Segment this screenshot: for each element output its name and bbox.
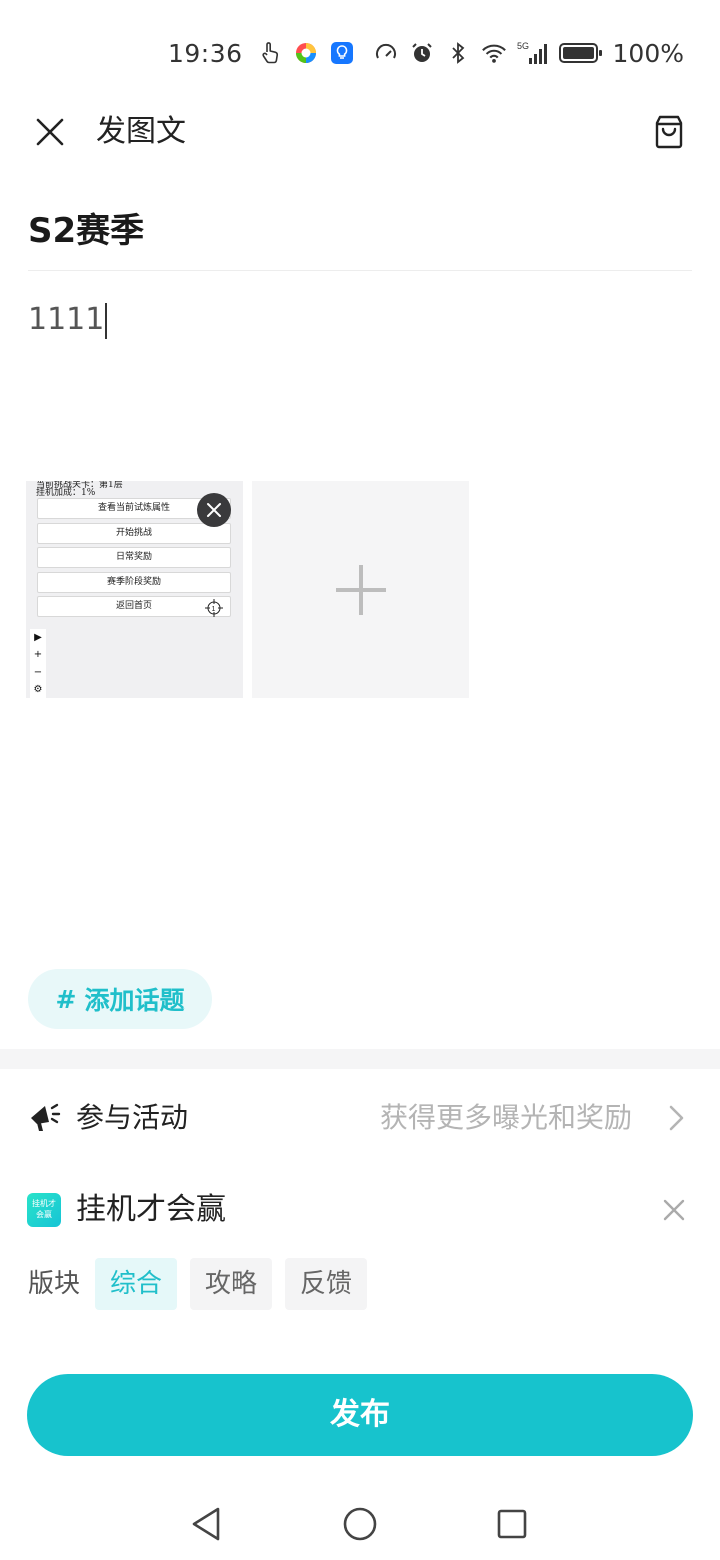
status-right: 19:36 5G 100% — [168, 36, 684, 70]
thumb-button: 返回首页 — [37, 596, 231, 617]
remove-image-button[interactable] — [197, 493, 231, 527]
crosshair-icon: 1 — [205, 599, 223, 617]
recents-square-icon — [497, 1509, 527, 1539]
thumb-tool: − — [33, 666, 43, 678]
add-image-button[interactable] — [252, 481, 469, 698]
game-icon: 挂机才会赢 — [27, 1193, 61, 1227]
svg-text:1: 1 — [212, 606, 216, 613]
drafts-box-icon — [655, 115, 683, 149]
alarm-icon — [409, 40, 435, 66]
bluetooth-icon — [445, 40, 471, 66]
system-nav-bar — [0, 1490, 720, 1560]
battery-icon — [558, 40, 603, 66]
game-name: 挂机才会赢 — [76, 1192, 226, 1227]
home-circle-icon — [343, 1507, 377, 1541]
thumb-tool: ⚙ — [33, 683, 43, 695]
board-tag-guide[interactable]: 攻略 — [190, 1258, 272, 1310]
board-selector: 版块 综合 攻略 反馈 — [0, 1258, 720, 1310]
thumb-bonus-text: 挂机加成：1% — [36, 488, 96, 498]
section-divider — [0, 1049, 720, 1069]
close-button[interactable] — [30, 112, 70, 152]
thumb-button: 赛季阶段奖励 — [37, 572, 231, 593]
touch-icon — [257, 40, 283, 66]
back-triangle-icon — [192, 1507, 220, 1541]
activity-hint: 获得更多曝光和奖励 — [379, 1101, 632, 1134]
title-input[interactable]: S2赛季 — [28, 206, 692, 256]
activity-label: 参与活动 — [76, 1101, 189, 1134]
header: 发图文 — [0, 104, 720, 160]
join-activity-row[interactable]: 参与活动 获得更多曝光和奖励 — [0, 1070, 720, 1166]
board-tag-general[interactable]: 综合 — [95, 1258, 177, 1310]
remove-game-button[interactable] — [658, 1194, 690, 1226]
text-caret — [105, 302, 108, 339]
body-text: 1111 — [28, 302, 105, 337]
nav-home-button[interactable] — [338, 1502, 382, 1546]
page-title: 发图文 — [96, 114, 186, 149]
app-bulb-icon — [329, 40, 355, 66]
close-icon — [36, 118, 64, 146]
thumb-button: 日常奖励 — [37, 547, 231, 568]
close-icon — [663, 1199, 685, 1221]
wifi-icon — [481, 40, 507, 66]
chevron-right-icon — [669, 1105, 684, 1131]
app-color-icon — [293, 40, 319, 66]
selected-game-row: 挂机才会赢 挂机才会赢 — [0, 1180, 720, 1240]
status-bar: 19:36 5G 100% — [0, 0, 720, 104]
board-label: 版块 — [28, 1269, 81, 1299]
thumb-button: 开始挑战 — [37, 523, 231, 544]
nav-back-button[interactable] — [184, 1502, 228, 1546]
thumb-tool: + — [33, 649, 43, 661]
hash-icon: # — [55, 984, 77, 1014]
add-topic-label: 添加话题 — [84, 986, 185, 1015]
thumb-tool: ▶ — [34, 632, 42, 644]
title-divider — [28, 270, 692, 271]
signal-icon: 5G — [517, 40, 549, 66]
nav-recents-button[interactable] — [490, 1502, 534, 1546]
add-topic-button[interactable]: # 添加话题 — [28, 969, 212, 1029]
drafts-button[interactable] — [648, 110, 690, 154]
battery-percent: 100% — [612, 38, 684, 68]
speed-icon — [373, 40, 399, 66]
thumb-toolbar: ▶ + − ⚙ — [30, 629, 46, 698]
plus-icon — [335, 564, 386, 615]
close-icon — [207, 503, 221, 517]
status-time: 19:36 — [167, 38, 243, 68]
body-input[interactable]: 1111 — [28, 298, 692, 342]
board-tag-feedback[interactable]: 反馈 — [285, 1258, 367, 1310]
megaphone-icon — [31, 1103, 61, 1131]
network-label: 5G — [517, 41, 529, 51]
publish-button[interactable]: 发布 — [27, 1374, 693, 1456]
